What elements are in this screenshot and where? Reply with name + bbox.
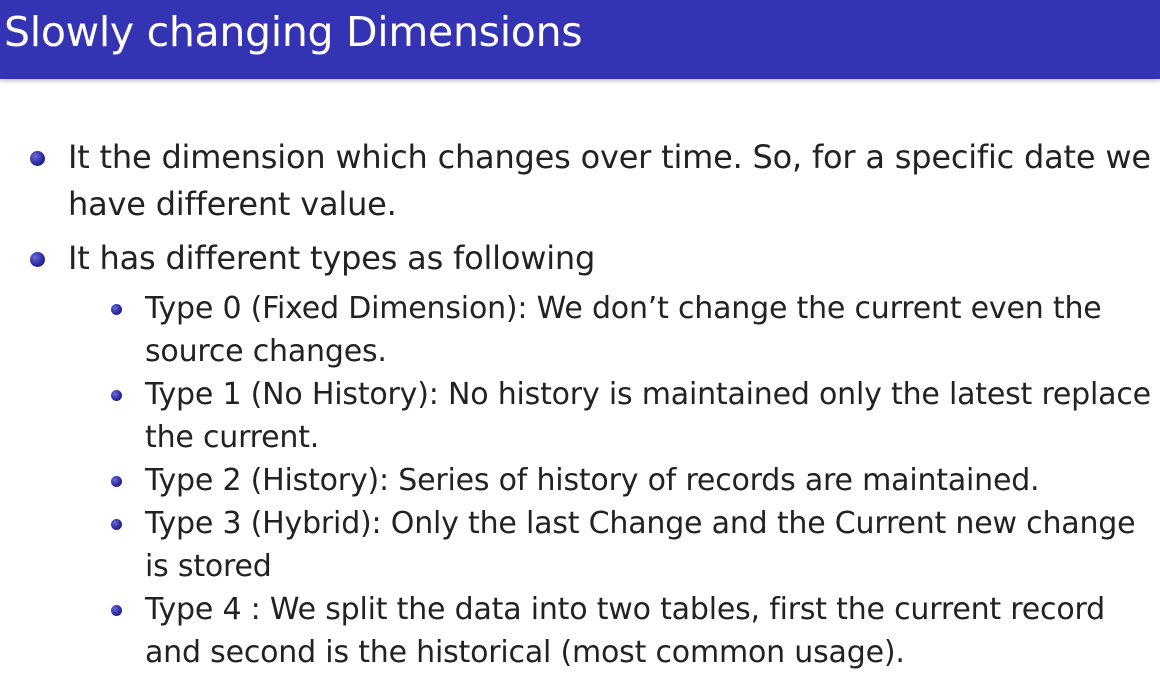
sub-bullet-icon — [111, 605, 122, 616]
slide-title: Slowly changing Dimensions — [4, 8, 583, 56]
bullet-item: It has different types as following — [68, 239, 596, 277]
bullet-icon — [30, 252, 45, 267]
sub-bullet-item: Type 1 (No History): No history is maint… — [145, 377, 1151, 455]
sub-bullet-item: Type 4 : We split the data into two tabl… — [145, 592, 1105, 670]
bullet-item: It the dimension which changes over time… — [68, 138, 1151, 223]
sub-bullet-item: Type 2 (History): Series of history of r… — [145, 463, 1040, 498]
bullet-icon — [30, 151, 45, 166]
sub-bullet-icon — [111, 476, 122, 487]
sub-bullet-item: Type 0 (Fixed Dimension): We don’t chang… — [145, 291, 1102, 369]
sub-bullet-icon — [111, 390, 122, 401]
title-bar: Slowly changing Dimensions — [0, 0, 1160, 79]
sub-bullet-item: Type 3 (Hybrid): Only the last Change an… — [145, 506, 1136, 584]
sub-bullet-icon — [111, 519, 122, 530]
sub-bullet-icon — [111, 304, 122, 315]
